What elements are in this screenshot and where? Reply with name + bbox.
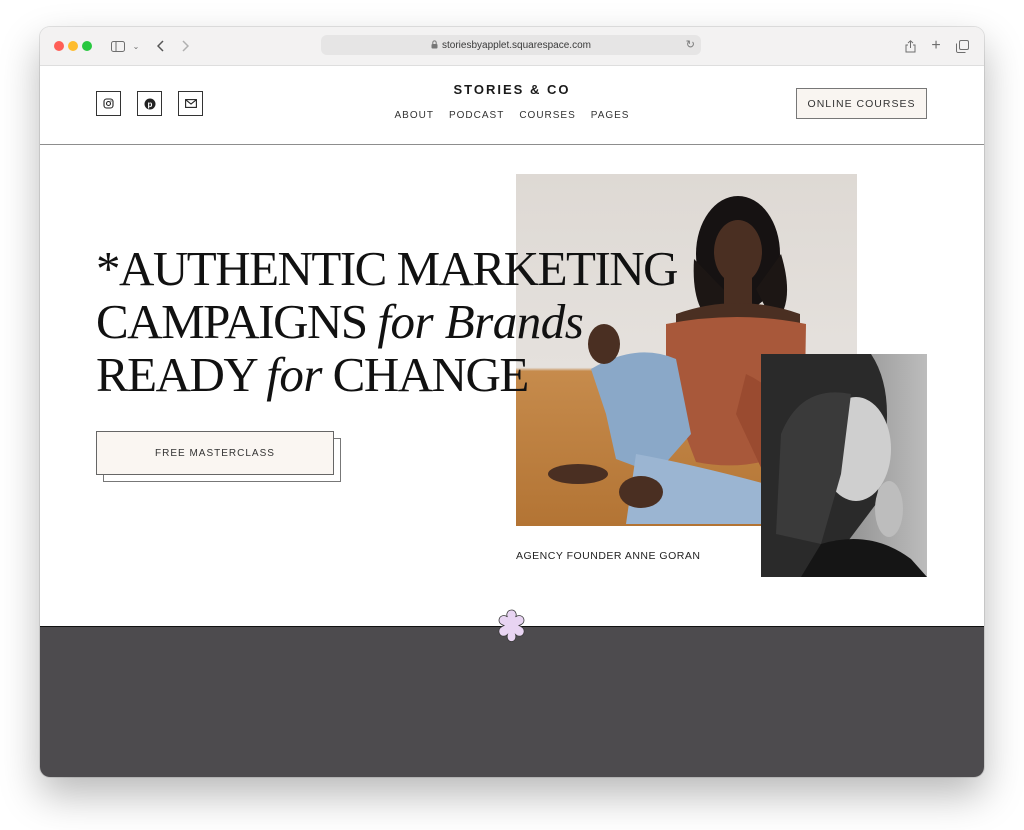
photo-caption: AGENCY FOUNDER ANNE GORAN (516, 550, 701, 562)
nav-podcast[interactable]: PODCAST (449, 110, 504, 121)
reload-icon[interactable]: ↻ (686, 38, 695, 51)
minimize-window-button[interactable] (68, 41, 78, 51)
headline-text: READY (96, 347, 267, 402)
browser-toolbar: ⌄ storiesbyapplet.squarespace.com ↻ + (40, 27, 984, 66)
footer-section (40, 626, 984, 777)
flower-icon (493, 607, 530, 644)
tabs-icon[interactable] (955, 36, 969, 56)
online-courses-button[interactable]: ONLINE COURSES (796, 88, 927, 119)
headline-text: CHANGE (321, 347, 530, 402)
site-header: p STORIES & CO ABOUT PODCAST COURSES PAG… (40, 66, 984, 145)
close-window-button[interactable] (54, 41, 64, 51)
headline-line-3: READY for CHANGE (96, 348, 656, 401)
chevron-down-icon[interactable]: ⌄ (131, 36, 141, 56)
plus-icon[interactable]: + (929, 36, 943, 56)
portrait-photo (761, 354, 927, 577)
headline-line-2: CAMPAIGNS for Brands (96, 295, 656, 348)
back-icon[interactable] (154, 36, 168, 56)
nav-courses[interactable]: COURSES (519, 110, 575, 121)
nav-about[interactable]: ABOUT (395, 110, 434, 121)
headline-line-1: *AUTHENTIC MARKETING (96, 241, 679, 296)
share-icon[interactable] (903, 36, 917, 56)
lock-icon (431, 39, 438, 51)
browser-window: ⌄ storiesbyapplet.squarespace.com ↻ + p (40, 27, 984, 777)
hero-headline: *AUTHENTIC MARKETING CAMPAIGNS for Brand… (96, 241, 679, 401)
address-bar[interactable]: storiesbyapplet.squarespace.com ↻ (321, 35, 701, 55)
headline-text: CAMPAIGNS (96, 294, 378, 349)
zoom-window-button[interactable] (82, 41, 92, 51)
nav-pages[interactable]: PAGES (591, 110, 630, 121)
sidebar-icon[interactable] (110, 36, 126, 56)
headline-italic: for (266, 347, 322, 402)
headline-italic: for Brands (377, 294, 584, 349)
svg-text:p: p (147, 100, 152, 109)
url-text: storiesbyapplet.squarespace.com (442, 39, 591, 51)
free-masterclass-button[interactable]: FREE MASTERCLASS (96, 431, 334, 475)
forward-icon[interactable] (178, 36, 192, 56)
masterclass-button-wrap: FREE MASTERCLASS (96, 431, 342, 483)
